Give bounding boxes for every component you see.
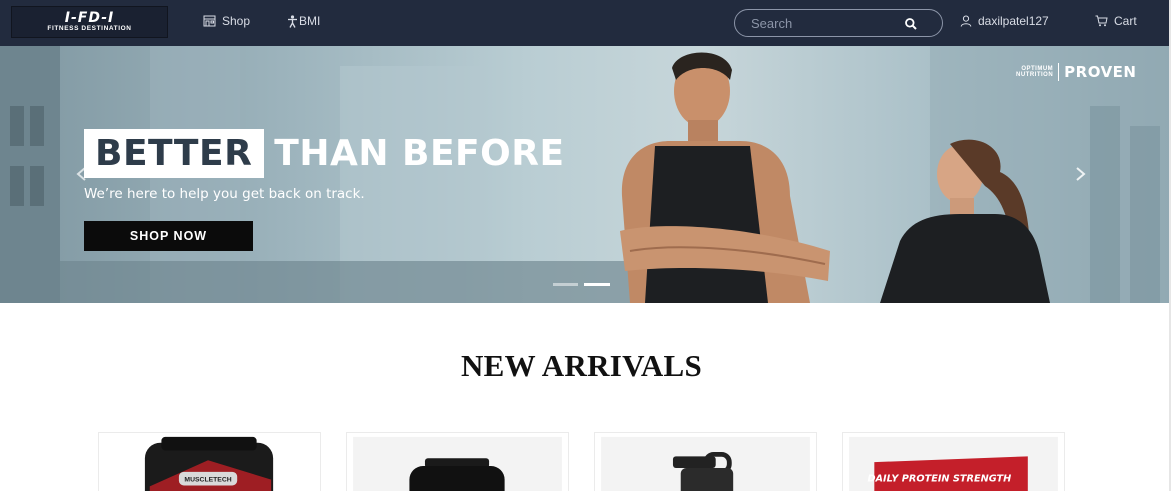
person-icon bbox=[288, 14, 297, 28]
product-title-text: DAILY PROTEIN STRENGTH bbox=[868, 474, 1012, 485]
brand-divider bbox=[1058, 63, 1060, 81]
product-image bbox=[601, 436, 810, 491]
nav-bmi-link[interactable]: BMI bbox=[287, 12, 320, 30]
nav-bmi-label: BMI bbox=[299, 14, 321, 28]
brand-name-big: PROVEN bbox=[1064, 63, 1137, 81]
brand-name-small: OPTIMUM NUTRITION bbox=[1016, 66, 1053, 78]
product-image bbox=[353, 436, 562, 491]
product-card[interactable] bbox=[346, 432, 569, 491]
product-image: MUSCLETECH bbox=[144, 436, 274, 491]
product-card[interactable]: DAILY PROTEIN STRENGTH bbox=[842, 432, 1065, 491]
shop-now-button[interactable]: SHOP NOW bbox=[84, 221, 253, 251]
carousel-indicator-1[interactable] bbox=[553, 283, 578, 286]
hero-headline-boxed: BETTER bbox=[84, 129, 265, 178]
brand-logo: OPTIMUM NUTRITION PROVEN bbox=[1016, 63, 1136, 81]
search-box bbox=[734, 9, 943, 37]
carousel-prev-icon[interactable] bbox=[72, 164, 92, 184]
hero-subtitle: We’re here to help you get back on track… bbox=[84, 186, 365, 202]
store-icon bbox=[203, 15, 216, 27]
hero-carousel: BETTER THAN BEFORE We’re here to help yo… bbox=[0, 46, 1169, 303]
nav-cart-label: Cart bbox=[1114, 14, 1137, 28]
nav-cart-link[interactable]: Cart bbox=[1095, 12, 1137, 30]
brand-line-2: NUTRITION bbox=[1016, 72, 1054, 78]
hero-headline-rest: THAN BEFORE bbox=[274, 133, 565, 174]
search-icon[interactable] bbox=[904, 17, 918, 31]
user-icon bbox=[960, 15, 972, 27]
new-arrivals-title: NEW ARRIVALS bbox=[460, 348, 703, 383]
top-navbar: I-FD-I FITNESS DESTINATION Shop BMI Sear… bbox=[0, 0, 1171, 46]
product-card[interactable] bbox=[594, 432, 817, 491]
cart-icon bbox=[1095, 15, 1108, 27]
product-card[interactable]: MUSCLETECH bbox=[98, 432, 321, 491]
product-image: DAILY PROTEIN STRENGTH bbox=[849, 436, 1058, 491]
site-logo[interactable]: I-FD-I FITNESS DESTINATION bbox=[11, 6, 168, 38]
product-brand-text: MUSCLETECH bbox=[184, 477, 231, 484]
logo-text: FITNESS DESTINATION bbox=[47, 25, 132, 32]
hero-headline: BETTER THAN BEFORE bbox=[84, 129, 565, 178]
nav-user-link[interactable]: daxilpatel127 bbox=[960, 12, 1049, 30]
logo-mark: I-FD-I bbox=[64, 10, 115, 26]
nav-username: daxilpatel127 bbox=[978, 14, 1049, 28]
nav-shop-link[interactable]: Shop bbox=[203, 12, 250, 30]
nav-shop-label: Shop bbox=[222, 14, 251, 28]
search-input[interactable] bbox=[751, 14, 901, 33]
carousel-indicator-2[interactable] bbox=[584, 283, 610, 286]
carousel-next-icon[interactable] bbox=[1070, 164, 1090, 184]
